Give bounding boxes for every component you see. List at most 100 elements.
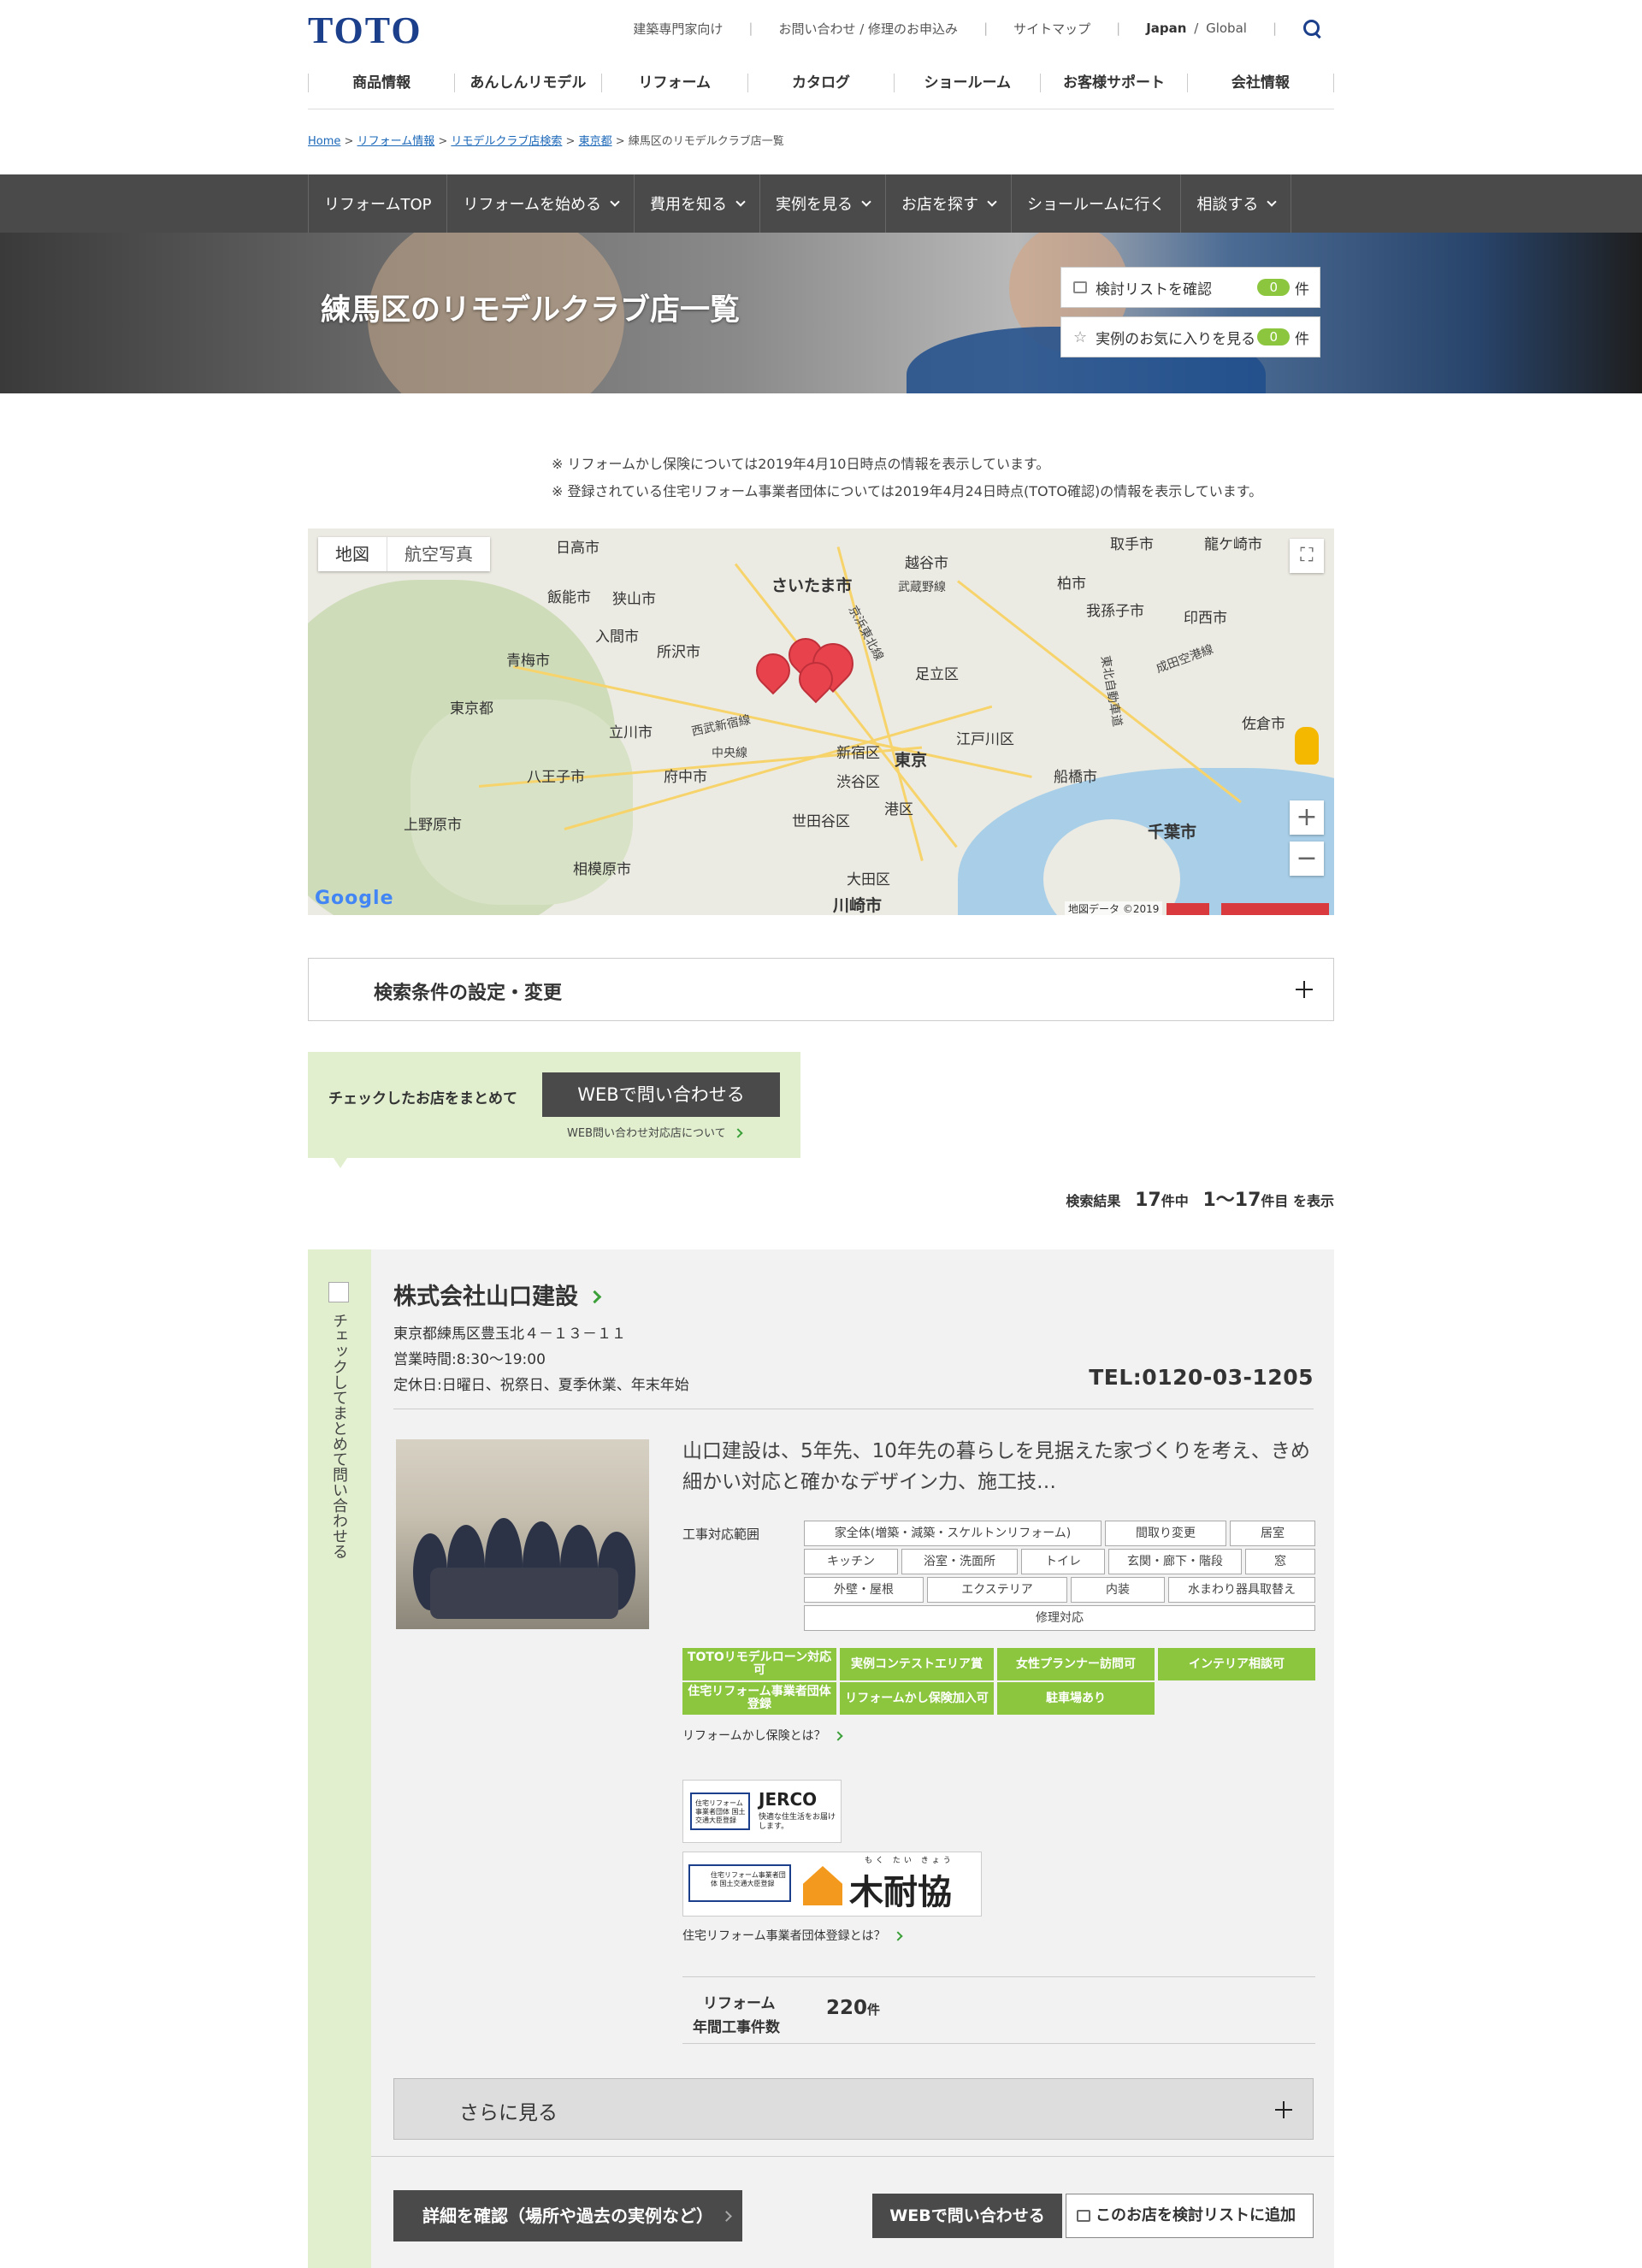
subnav-consult[interactable]: 相談する: [1180, 174, 1292, 233]
shop-detail-button[interactable]: 詳細を確認（場所や過去の実例など）: [393, 2190, 742, 2241]
toto-logo[interactable]: TOTO: [308, 9, 422, 52]
chevron-right-icon: [892, 1931, 903, 1941]
annual-works-label-line1: リフォーム: [703, 1995, 776, 2012]
map-label: 大田区: [847, 871, 890, 889]
subnav-label: 費用を知る: [649, 196, 727, 214]
subnav-reform-top[interactable]: リフォームTOP: [308, 174, 446, 233]
util-link-professional[interactable]: 建築専門家向け: [616, 20, 740, 38]
map-label: 青梅市: [506, 653, 550, 670]
work-tag: トイレ: [1021, 1549, 1105, 1574]
plus-icon: [1296, 981, 1313, 998]
util-link-contact[interactable]: お問い合わせ / 修理のお申込み: [761, 20, 975, 38]
breadcrumb-reform-info[interactable]: リフォーム情報: [357, 135, 435, 148]
map-report-link[interactable]: [1221, 903, 1329, 915]
feature-badge: 女性プランナー訪問可: [997, 1648, 1155, 1680]
gnav-support[interactable]: お客様サポート: [1040, 74, 1186, 92]
gnav-products[interactable]: 商品情報: [308, 74, 454, 92]
map-label: 立川市: [609, 724, 653, 741]
shop-checkbox[interactable]: [328, 1282, 349, 1302]
subnav-cost[interactable]: 費用を知る: [633, 174, 759, 233]
lang-japan[interactable]: Japan: [1146, 21, 1186, 36]
global-nav: 商品情報 あんしんリモデル リフォーム カタログ ショールーム お客様サポート …: [308, 74, 1334, 92]
street-view-pegman-icon[interactable]: [1295, 727, 1319, 765]
breadcrumb-sep: >: [565, 135, 576, 148]
lang-global[interactable]: Global: [1206, 21, 1247, 36]
breadcrumb-sep: >: [615, 135, 625, 148]
shop-tel[interactable]: TEL:0120-03-1205: [1089, 1365, 1314, 1390]
gnav-reform[interactable]: リフォーム: [600, 74, 747, 92]
map-label: 越谷市: [905, 555, 948, 572]
search-icon[interactable]: [1302, 19, 1321, 38]
work-tag: 修理対応: [804, 1605, 1315, 1631]
fullscreen-icon[interactable]: ⛶: [1290, 539, 1324, 573]
hero-banner: 練馬区のリモデルクラブ店一覧 検討リストを確認 0 件 ☆ 実例のお気に入りを見…: [0, 233, 1642, 393]
subnav-label: リフォームTOP: [324, 196, 432, 214]
shop-staff-photo: [396, 1439, 649, 1629]
map-label: 府中市: [664, 769, 707, 786]
map-label: 東京: [895, 751, 928, 770]
bulk-inquiry-label: チェックしたお店をまとめて: [328, 1090, 517, 1107]
subnav-examples[interactable]: 実例を見る: [759, 174, 885, 233]
subnav-find-shop[interactable]: お店を探す: [884, 174, 1011, 233]
feature-badge: 実例コンテストエリア賞: [840, 1648, 994, 1680]
map-terms-link[interactable]: [1167, 903, 1209, 915]
map-label: 入間市: [595, 629, 639, 646]
subnav-label: 相談する: [1196, 196, 1259, 214]
breadcrumb-home[interactable]: Home: [308, 135, 340, 148]
bulk-inquiry-box: チェックしたお店をまとめて WEBで問い合わせる WEB問い合わせ対応店について: [308, 1052, 800, 1168]
map-label: 取手市: [1110, 536, 1154, 553]
result-range-unit: 件目: [1261, 1193, 1289, 1209]
util-link-sitemap[interactable]: サイトマップ: [996, 20, 1107, 38]
map-label: さいたま市: [771, 576, 853, 595]
work-tag: 間取り変更: [1105, 1521, 1226, 1546]
map-label: 我孫子市: [1086, 603, 1144, 620]
bulk-web-inquiry-button[interactable]: WEBで問い合わせる: [542, 1072, 780, 1117]
map-label: 所沢市: [657, 644, 700, 661]
subnav-start[interactable]: リフォームを始める: [446, 174, 633, 233]
view-list-button[interactable]: 検討リストを確認 0 件: [1060, 267, 1320, 308]
util-divider: |: [1272, 21, 1277, 36]
info-notes: ※ リフォームかし保険については2019年4月10日時点の情報を表示しています。…: [552, 451, 1262, 505]
add-to-list-button[interactable]: このお店を検討リストに追加: [1066, 2194, 1314, 2238]
annual-works-number: 220: [826, 1997, 868, 2019]
kashi-info-link[interactable]: リフォームかし保険とは？: [682, 1727, 843, 1744]
result-count: 検索結果 17件中 1～17件目 を表示: [1066, 1184, 1334, 1212]
map-label: 印西市: [1184, 610, 1227, 627]
kashi-info-label: リフォームかし保険とは？: [682, 1729, 826, 1743]
util-divider: |: [1116, 21, 1121, 36]
subnav-showroom[interactable]: ショールームに行く: [1010, 174, 1180, 233]
zoom-out-button[interactable]: −: [1290, 842, 1324, 876]
web-inquiry-info-link[interactable]: WEB問い合わせ対応店について: [567, 1124, 743, 1140]
breadcrumb-club-search[interactable]: リモデルクラブ店検索: [451, 135, 562, 148]
dantai-mark: 住宅リフォーム事業者団体 国土交通大臣登録: [690, 1793, 750, 1830]
chevron-down-icon: [861, 197, 871, 207]
fav-count-badge: 0: [1257, 328, 1290, 346]
subnav-label: ショールームに行く: [1026, 196, 1166, 214]
gnav-showroom[interactable]: ショールーム: [894, 74, 1040, 92]
shop-info: 東京都練馬区豊玉北４－１３－１１ 営業時間:8:30～19:00 定休日:日曜日…: [393, 1321, 689, 1398]
breadcrumb-tokyo[interactable]: 東京都: [579, 135, 612, 148]
show-more-toggle[interactable]: さらに見る: [393, 2078, 1314, 2140]
dantai-info-link[interactable]: 住宅リフォーム事業者団体登録とは？: [682, 1927, 903, 1944]
work-tag: 家全体(増築・減築・スケルトンリフォーム): [804, 1521, 1102, 1546]
chevron-down-icon: [735, 197, 746, 207]
zoom-in-button[interactable]: +: [1290, 800, 1324, 835]
breadcrumb: Home > リフォーム情報 > リモデルクラブ店検索 > 東京都 > 練馬区の…: [308, 109, 1334, 174]
shop-web-inquiry-button[interactable]: WEBで問い合わせる: [872, 2194, 1062, 2238]
view-favorites-button[interactable]: ☆ 実例のお気に入りを見る 0 件: [1060, 316, 1320, 357]
search-conditions-toggle[interactable]: 検索条件の設定・変更: [308, 958, 1334, 1021]
map-tab-satellite[interactable]: 航空写真: [387, 537, 490, 571]
shop-name-link[interactable]: 株式会社山口建設: [393, 1278, 602, 1311]
gnav-catalog[interactable]: カタログ: [747, 74, 894, 92]
basket-icon: [1077, 2210, 1090, 2222]
map-label: 船橋市: [1054, 769, 1097, 786]
gnav-anshin-remodel[interactable]: あんしんリモデル: [454, 74, 600, 92]
annual-works-unit: 件: [867, 2002, 881, 2017]
shop-map[interactable]: 地図 航空写真 日高市 さいたま市 越谷市 取手市 龍ケ崎市 飯能市 狭山市 武…: [308, 529, 1334, 915]
map-tab-map[interactable]: 地図: [318, 537, 387, 571]
divider: [682, 1976, 1315, 1977]
gnav-company[interactable]: 会社情報: [1186, 74, 1334, 92]
note-dantai: ※ 登録されている住宅リフォーム事業者団体については2019年4月24日時点(T…: [552, 483, 1263, 499]
shop-name: 株式会社山口建設: [393, 1284, 578, 1310]
work-tag: 居室: [1230, 1521, 1315, 1546]
